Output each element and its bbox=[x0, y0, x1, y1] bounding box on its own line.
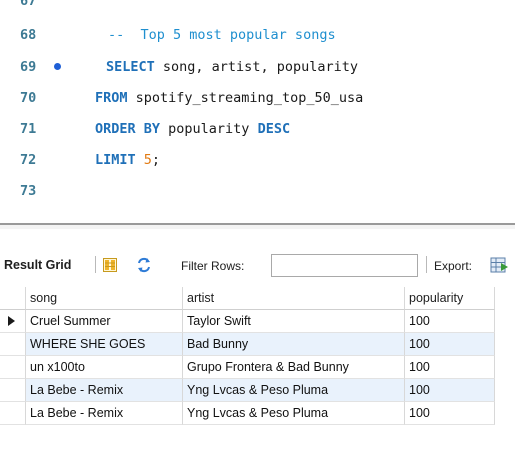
panel-splitter[interactable] bbox=[0, 223, 515, 229]
cell-popularity[interactable]: 100 bbox=[405, 402, 495, 425]
toolbar-divider bbox=[95, 256, 96, 273]
code-token-kw: LIMIT bbox=[95, 152, 136, 168]
row-selector[interactable] bbox=[0, 379, 26, 402]
code-line[interactable]: 70 FROM spotify_streaming_top_50_usa bbox=[0, 85, 515, 111]
toolbar-divider bbox=[426, 256, 427, 273]
code-token-num: 5 bbox=[135, 152, 152, 168]
filter-rows-input[interactable] bbox=[271, 254, 418, 277]
code-token-plain: spotify_streaming_top_50_usa bbox=[127, 90, 364, 106]
row-selector[interactable] bbox=[0, 356, 26, 379]
code-text: FROM spotify_streaming_top_50_usa bbox=[95, 85, 363, 111]
code-line[interactable]: 69 SELECT song, artist, popularity bbox=[0, 54, 515, 80]
code-line[interactable]: 67 bbox=[0, 0, 515, 14]
table-row[interactable]: WHERE SHE GOES Bad Bunny 100 bbox=[0, 333, 515, 356]
cell-song[interactable]: Cruel Summer bbox=[26, 310, 183, 333]
cell-song[interactable]: La Bebe - Remix bbox=[26, 402, 183, 425]
export-label: Export: bbox=[434, 259, 473, 273]
row-pointer-icon bbox=[8, 316, 15, 326]
export-icon[interactable] bbox=[490, 256, 508, 274]
cell-popularity[interactable]: 100 bbox=[405, 356, 495, 379]
result-toolbar: Result Grid Filter Rows: Export: bbox=[0, 249, 515, 281]
cell-popularity[interactable]: 100 bbox=[405, 379, 495, 402]
code-text: LIMIT 5; bbox=[95, 147, 160, 173]
column-header-popularity[interactable]: popularity bbox=[405, 287, 495, 310]
code-token-comment: -- Top 5 most popular songs bbox=[108, 27, 336, 43]
row-selector-header[interactable] bbox=[0, 287, 26, 310]
cell-artist[interactable]: Yng Lvcas & Peso Pluma bbox=[183, 402, 405, 425]
code-token-kw: ORDER BY bbox=[95, 121, 161, 137]
line-number: 67 bbox=[20, 0, 37, 9]
cell-song[interactable]: un x100to bbox=[26, 356, 183, 379]
code-token-kw: DESC bbox=[257, 121, 291, 137]
active-line-marker-icon bbox=[54, 63, 61, 70]
code-token-plain: popularity bbox=[160, 121, 258, 137]
result-grid-tab[interactable]: Result Grid bbox=[4, 258, 71, 272]
table-row[interactable]: Cruel Summer Taylor Swift 100 bbox=[0, 310, 515, 333]
cell-artist[interactable]: Bad Bunny bbox=[183, 333, 405, 356]
row-selector[interactable] bbox=[0, 310, 26, 333]
code-line[interactable]: 72 LIMIT 5; bbox=[0, 147, 515, 173]
code-token-kw: SELECT bbox=[106, 59, 155, 75]
code-token-plain: ; bbox=[151, 152, 161, 168]
line-number: 68 bbox=[20, 27, 37, 43]
code-line[interactable]: 68 -- Top 5 most popular songs bbox=[0, 22, 515, 48]
column-header-song[interactable]: song bbox=[26, 287, 183, 310]
line-number: 72 bbox=[20, 152, 37, 168]
table-row[interactable]: un x100to Grupo Frontera & Bad Bunny 100 bbox=[0, 356, 515, 379]
refresh-icon[interactable] bbox=[136, 257, 152, 273]
code-token-plain: song, artist, popularity bbox=[154, 59, 358, 75]
line-number: 69 bbox=[20, 59, 37, 75]
grid-header-row: song artist popularity bbox=[0, 287, 515, 310]
cell-popularity[interactable]: 100 bbox=[405, 310, 495, 333]
table-row[interactable]: La Bebe - Remix Yng Lvcas & Peso Pluma 100 bbox=[0, 379, 515, 402]
column-header-artist[interactable]: artist bbox=[183, 287, 405, 310]
cell-popularity[interactable]: 100 bbox=[405, 333, 495, 356]
line-number: 71 bbox=[20, 121, 37, 137]
line-number: 70 bbox=[20, 90, 37, 106]
cell-song[interactable]: La Bebe - Remix bbox=[26, 379, 183, 402]
code-line[interactable]: 71 ORDER BY popularity DESC bbox=[0, 116, 515, 142]
cell-song[interactable]: WHERE SHE GOES bbox=[26, 333, 183, 356]
row-selector[interactable] bbox=[0, 402, 26, 425]
grid-view-icon[interactable] bbox=[103, 258, 117, 272]
code-text: -- Top 5 most popular songs bbox=[108, 22, 336, 48]
cell-artist[interactable]: Grupo Frontera & Bad Bunny bbox=[183, 356, 405, 379]
sql-editor[interactable]: 67 68 -- Top 5 most popular songs 69 SELECT … bbox=[0, 0, 515, 223]
row-selector[interactable] bbox=[0, 333, 26, 356]
code-token-kw: FROM bbox=[95, 90, 128, 106]
filter-rows-label: Filter Rows: bbox=[181, 259, 245, 273]
cell-artist[interactable]: Taylor Swift bbox=[183, 310, 405, 333]
code-line[interactable]: 73 bbox=[0, 178, 515, 204]
code-text: SELECT song, artist, popularity bbox=[106, 54, 358, 80]
code-text: ORDER BY popularity DESC bbox=[95, 116, 290, 142]
cell-artist[interactable]: Yng Lvcas & Peso Pluma bbox=[183, 379, 405, 402]
line-number: 73 bbox=[20, 183, 37, 199]
table-row[interactable]: La Bebe - Remix Yng Lvcas & Peso Pluma 100 bbox=[0, 402, 515, 425]
